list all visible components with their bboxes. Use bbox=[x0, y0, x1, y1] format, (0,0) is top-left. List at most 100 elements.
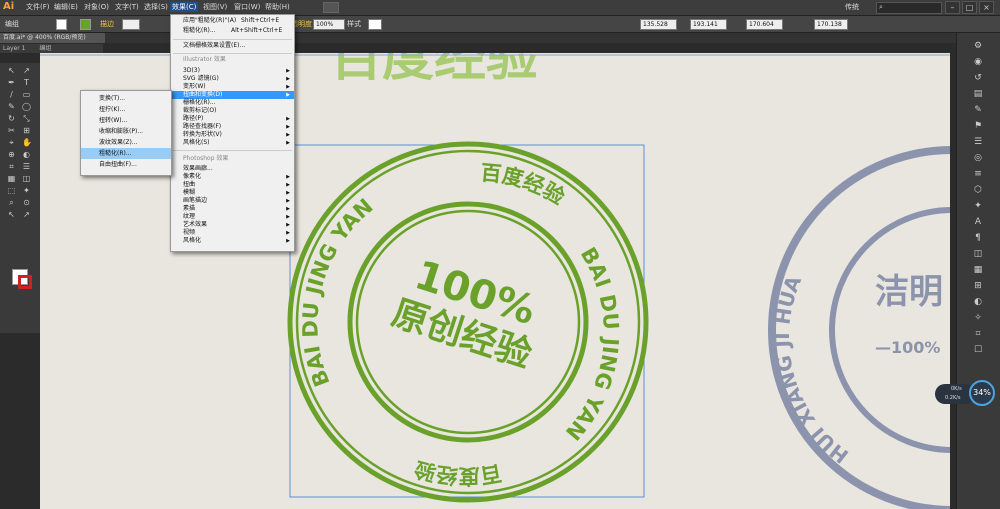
panel-icon[interactable]: ◐ bbox=[972, 297, 984, 308]
menu-item-3d[interactable]: 3D(3) ▶ bbox=[171, 67, 294, 75]
search-input[interactable]: ⌕ bbox=[876, 2, 942, 14]
tool-icon[interactable]: ⤡ bbox=[22, 115, 31, 123]
panel-icon[interactable]: ▦ bbox=[972, 265, 984, 276]
tool-icon[interactable]: ⌗ bbox=[7, 163, 16, 171]
submenu-roughen[interactable]: 粗糙化(R)... bbox=[81, 148, 171, 159]
tool-icon[interactable]: ⬚ bbox=[7, 187, 16, 195]
panel-icon[interactable]: ⊞ bbox=[972, 281, 984, 292]
menu-item-pathfinder[interactable]: 路径查找器(F) ▶ bbox=[171, 123, 294, 131]
tool-icon[interactable]: ✂ bbox=[7, 127, 16, 135]
grey-stamp[interactable]: HUI XIANG JI HUA 洁明 —100% bbox=[768, 146, 950, 509]
tool-icon[interactable]: ◐ bbox=[22, 151, 31, 159]
menu-window[interactable]: 窗口(W) bbox=[232, 2, 262, 12]
tool-icon[interactable]: ✋ bbox=[22, 139, 32, 147]
panel-icon[interactable]: ⚑ bbox=[972, 121, 984, 132]
panel-icon[interactable]: ✎ bbox=[972, 105, 984, 116]
tool-icon[interactable]: ↗ bbox=[22, 211, 31, 219]
menu-item-video[interactable]: 视频 ▶ bbox=[171, 229, 294, 237]
tool-icon[interactable]: ☰ bbox=[22, 163, 31, 171]
menu-item-texture[interactable]: 纹理 ▶ bbox=[171, 213, 294, 221]
minimize-button[interactable]: – bbox=[945, 1, 960, 14]
menu-select[interactable]: 选择(S) bbox=[142, 2, 170, 12]
tool-icon[interactable]: ✒ bbox=[7, 79, 16, 87]
menu-item-distort-transform[interactable]: 扭曲和变换(D) ▶ bbox=[171, 91, 294, 99]
submenu-free-distort[interactable]: 自由扭曲(F)... bbox=[81, 159, 171, 170]
maximize-button[interactable]: □ bbox=[962, 1, 977, 14]
workspace-switcher[interactable]: 传统 bbox=[845, 2, 859, 12]
menu-item-rasterize[interactable]: 栅格化(R)... bbox=[171, 99, 294, 107]
tool-icon[interactable]: ⊕ bbox=[7, 151, 16, 159]
submenu-tweak[interactable]: 扭拧(K)... bbox=[81, 104, 171, 115]
group-label[interactable]: 编组 bbox=[39, 45, 51, 52]
menu-file[interactable]: 文件(F) bbox=[24, 2, 52, 12]
tool-icon[interactable]: ↖ bbox=[7, 67, 16, 75]
panel-icon[interactable]: ≡ bbox=[972, 169, 984, 180]
tool-icon[interactable]: T bbox=[22, 79, 31, 87]
menu-apply-last-effect[interactable]: 应用"粗糙化(R)"(A) Shift+Ctrl+E bbox=[171, 17, 294, 25]
tool-icon[interactable]: ◫ bbox=[22, 175, 31, 183]
tool-icon[interactable]: ✎ bbox=[7, 103, 16, 111]
menu-view[interactable]: 视图(V) bbox=[201, 2, 229, 12]
tool-icon[interactable]: ↻ bbox=[7, 115, 16, 123]
menu-item-ps-stylize[interactable]: 风格化 ▶ bbox=[171, 237, 294, 245]
submenu-zig-zag[interactable]: 波纹效果(Z)... bbox=[81, 137, 171, 148]
menu-last-effect[interactable]: 粗糙化(R)... Alt+Shift+Ctrl+E bbox=[171, 27, 294, 35]
panel-icon[interactable]: ◉ bbox=[972, 57, 984, 68]
panel-icon[interactable]: ⬡ bbox=[972, 185, 984, 196]
menu-help[interactable]: 帮助(H) bbox=[263, 2, 292, 12]
menu-edit[interactable]: 编辑(E) bbox=[52, 2, 80, 12]
opacity-field[interactable]: 100% bbox=[313, 19, 345, 30]
tool-icon[interactable]: ◯ bbox=[22, 103, 31, 111]
menu-item-stylize[interactable]: 风格化(S) ▶ bbox=[171, 139, 294, 147]
submenu-pucker-bloat[interactable]: 收缩和膨胀(P)... bbox=[81, 126, 171, 137]
panel-icon[interactable]: ◎ bbox=[972, 153, 984, 164]
menu-effect[interactable]: 效果(C) bbox=[170, 2, 199, 12]
menu-type[interactable]: 文字(T) bbox=[113, 2, 141, 12]
panel-icon[interactable]: ⚙ bbox=[972, 41, 984, 52]
tool-icon[interactable]: ⌕ bbox=[7, 199, 16, 207]
menu-item-brush-strokes[interactable]: 画笔描边 ▶ bbox=[171, 197, 294, 205]
tool-icon[interactable]: ⊞ bbox=[22, 127, 31, 135]
panel-icon[interactable]: ↺ bbox=[972, 73, 984, 84]
stroke-weight-field[interactable] bbox=[122, 19, 140, 30]
menu-item-pixelate[interactable]: 像素化 ▶ bbox=[171, 173, 294, 181]
close-button[interactable]: × bbox=[979, 1, 994, 14]
menu-item-svg-filters[interactable]: SVG 滤镜(G) ▶ bbox=[171, 75, 294, 83]
tool-icon[interactable]: ↖ bbox=[7, 211, 16, 219]
menu-item-ps-distort[interactable]: 扭曲 ▶ bbox=[171, 181, 294, 189]
tool-icon[interactable]: ↗ bbox=[22, 67, 31, 75]
menu-item-crop-marks[interactable]: 裁剪标记(O) bbox=[171, 107, 294, 115]
style-swatch[interactable] bbox=[368, 19, 382, 30]
menu-document-raster-settings[interactable]: 文档栅格效果设置(E)... bbox=[171, 42, 294, 50]
submenu-twist[interactable]: 扭转(W)... bbox=[81, 115, 171, 126]
menu-item-warp[interactable]: 变形(W) ▶ bbox=[171, 83, 294, 91]
panel-icon[interactable]: ✦ bbox=[972, 201, 984, 212]
tool-icon[interactable]: ✦ bbox=[22, 187, 31, 195]
y-field[interactable]: 193.141 bbox=[690, 19, 727, 30]
menu-item-convert-to-shape[interactable]: 转换为形状(V) ▶ bbox=[171, 131, 294, 139]
menu-item-path[interactable]: 路径(P) ▶ bbox=[171, 115, 294, 123]
menu-item-artistic[interactable]: 艺术效果 ▶ bbox=[171, 221, 294, 229]
panel-icon[interactable]: ✧ bbox=[972, 313, 984, 324]
panel-icon[interactable]: ¶ bbox=[972, 233, 984, 244]
x-field[interactable]: 135.528 bbox=[640, 19, 677, 30]
menu-object[interactable]: 对象(O) bbox=[82, 2, 111, 12]
memory-percent[interactable]: 34% bbox=[969, 380, 995, 406]
panel-icon[interactable]: ◫ bbox=[972, 249, 984, 260]
panel-icon[interactable]: ▤ bbox=[972, 89, 984, 100]
layer-label[interactable]: Layer 1 bbox=[3, 45, 25, 52]
tool-icon[interactable]: ⌖ bbox=[7, 139, 16, 147]
tool-icon[interactable]: ▭ bbox=[22, 91, 31, 99]
panel-icon[interactable]: A bbox=[972, 217, 984, 228]
tool-icon[interactable]: / bbox=[7, 91, 16, 99]
tool-icon[interactable]: ▦ bbox=[7, 175, 16, 183]
green-stamp[interactable]: BAI DU JING YAN 百度经验 BAI DU JING YAN 百度经… bbox=[287, 141, 649, 503]
stroke-color-swatch[interactable] bbox=[18, 275, 32, 289]
tool-icon[interactable]: ⊙ bbox=[22, 199, 31, 207]
panel-icon[interactable]: ☰ bbox=[972, 137, 984, 148]
menu-item-blur[interactable]: 模糊 ▶ bbox=[171, 189, 294, 197]
panel-icon[interactable]: ⌗ bbox=[972, 329, 984, 340]
width-field[interactable]: 170.604 bbox=[746, 19, 783, 30]
menu-item-effect-gallery[interactable]: 效果画廊... bbox=[171, 165, 294, 173]
fill-swatch[interactable] bbox=[56, 19, 67, 30]
